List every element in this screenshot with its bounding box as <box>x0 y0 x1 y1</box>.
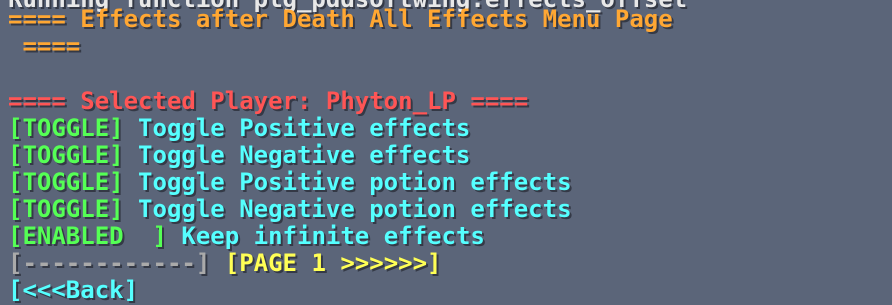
option-row-keep-infinite-effects: [ENABLED ] Keep infinite effects <box>8 223 485 249</box>
toggle-positive-effects-button[interactable]: [TOGGLE] <box>8 114 124 142</box>
selected-player-line: ==== Selected Player: Phyton_LP ==== <box>8 87 529 115</box>
option-row-negative-effects: [TOGGLE] Toggle Negative effects <box>8 142 470 168</box>
option-label: Toggle Positive effects <box>123 114 471 142</box>
pager-row: [------------] [PAGE 1 >>>>>>] <box>8 250 441 276</box>
next-page-button[interactable]: [PAGE 1 >>>>>>] <box>210 249 442 277</box>
option-row-negative-potion-effects: [TOGGLE] Toggle Negative potion effects <box>8 196 572 222</box>
enabled-keep-infinite-button[interactable]: [ENABLED ] <box>8 222 167 250</box>
toggle-positive-potion-effects-button[interactable]: [TOGGLE] <box>8 168 124 196</box>
option-label: Toggle Positive potion effects <box>123 168 572 196</box>
option-label: Keep infinite effects <box>166 222 485 250</box>
back-button[interactable]: [<<<Back] <box>8 276 138 304</box>
back-row: [<<<Back] <box>8 277 138 303</box>
chat-panel: Running function plg_pddsoftwing:effects… <box>0 0 892 305</box>
option-row-positive-effects: [TOGGLE] Toggle Positive effects <box>8 115 470 141</box>
option-row-positive-potion-effects: [TOGGLE] Toggle Positive potion effects <box>8 169 572 195</box>
menu-title: ==== Effects after Death All Effects Men… <box>8 5 673 33</box>
toggle-negative-potion-effects-button[interactable]: [TOGGLE] <box>8 195 124 223</box>
option-label: Toggle Negative effects <box>123 141 471 169</box>
menu-title-continuation: ==== <box>8 32 81 60</box>
previous-page-button[interactable]: [------------] <box>8 249 210 277</box>
option-label: Toggle Negative potion effects <box>123 195 572 223</box>
toggle-negative-effects-button[interactable]: [TOGGLE] <box>8 141 124 169</box>
